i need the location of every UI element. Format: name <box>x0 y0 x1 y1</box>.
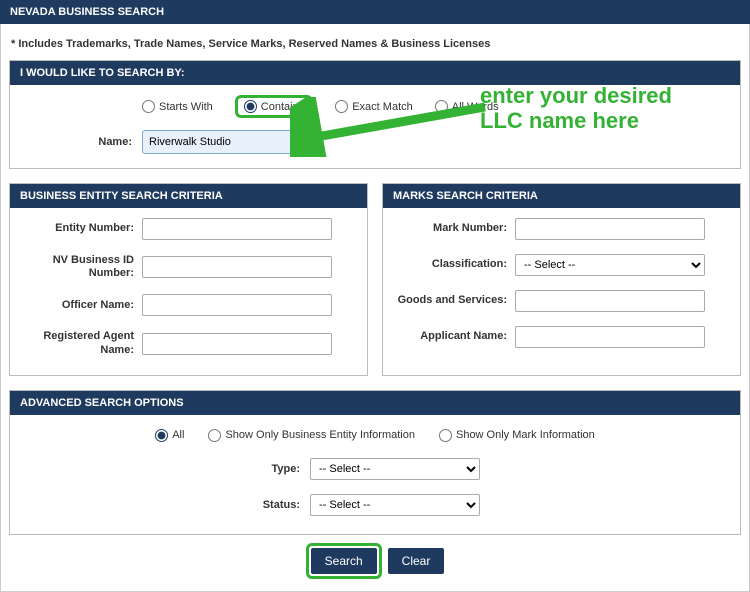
radio-starts-with-input[interactable] <box>142 100 155 113</box>
radio-all-words-label: All Words <box>452 101 499 113</box>
radio-all-words-input[interactable] <box>435 100 448 113</box>
nv-business-id-input[interactable] <box>142 256 332 278</box>
entity-number-input[interactable] <box>142 218 332 240</box>
name-row: Name: <box>22 130 728 154</box>
entity-number-label: Entity Number: <box>22 222 142 235</box>
type-label: Type: <box>110 463 310 475</box>
match-type-row: Starts With Contains Exact Match All Wor… <box>142 95 728 118</box>
criteria-columns: BUSINESS ENTITY SEARCH CRITERIA Entity N… <box>9 183 741 390</box>
page-title-bar: NEVADA BUSINESS SEARCH <box>0 0 750 24</box>
radio-exact-match-input[interactable] <box>335 100 348 113</box>
goods-services-label: Goods and Services: <box>395 294 515 307</box>
radio-starts-with[interactable]: Starts With <box>142 100 213 113</box>
radio-starts-with-label: Starts With <box>159 101 213 113</box>
officer-name-label: Officer Name: <box>22 299 142 312</box>
button-row: Search Clear <box>9 543 741 579</box>
mark-number-input[interactable] <box>515 218 705 240</box>
contains-highlight: Contains <box>235 95 313 118</box>
entity-header: BUSINESS ENTITY SEARCH CRITERIA <box>10 184 367 208</box>
includes-note: * Includes Trademarks, Trade Names, Serv… <box>11 38 739 50</box>
radio-contains-input[interactable] <box>244 100 257 113</box>
clear-button[interactable]: Clear <box>388 548 445 574</box>
radio-all-input[interactable] <box>155 429 168 442</box>
page-title: NEVADA BUSINESS SEARCH <box>10 6 164 18</box>
radio-only-entity[interactable]: Show Only Business Entity Information <box>208 429 415 442</box>
mark-number-label: Mark Number: <box>395 222 515 235</box>
advanced-panel: ADVANCED SEARCH OPTIONS All Show Only Bu… <box>9 390 741 535</box>
radio-only-entity-label: Show Only Business Entity Information <box>225 429 415 441</box>
nv-business-id-label: NV Business ID Number: <box>22 254 142 280</box>
marks-header: MARKS SEARCH CRITERIA <box>383 184 740 208</box>
radio-all-words[interactable]: All Words <box>435 100 499 113</box>
radio-only-mark[interactable]: Show Only Mark Information <box>439 429 595 442</box>
goods-services-input[interactable] <box>515 290 705 312</box>
search-button-highlight: Search <box>306 543 382 579</box>
radio-exact-match[interactable]: Exact Match <box>335 100 413 113</box>
applicant-name-label: Applicant Name: <box>395 330 515 343</box>
main-container: * Includes Trademarks, Trade Names, Serv… <box>0 24 750 592</box>
radio-all-label: All <box>172 429 184 441</box>
radio-only-mark-label: Show Only Mark Information <box>456 429 595 441</box>
advanced-scope-row: All Show Only Business Entity Informatio… <box>22 425 728 442</box>
registered-agent-input[interactable] <box>142 333 332 355</box>
officer-name-input[interactable] <box>142 294 332 316</box>
name-label: Name: <box>22 136 132 148</box>
radio-all[interactable]: All <box>155 429 184 442</box>
type-select[interactable]: -- Select -- <box>310 458 480 480</box>
applicant-name-input[interactable] <box>515 326 705 348</box>
search-by-panel: I WOULD LIKE TO SEARCH BY: Starts With C… <box>9 60 741 169</box>
status-select[interactable]: -- Select -- <box>310 494 480 516</box>
radio-contains-label: Contains <box>261 101 304 113</box>
registered-agent-label: Registered Agent Name: <box>22 330 142 356</box>
radio-only-entity-input[interactable] <box>208 429 221 442</box>
status-label: Status: <box>110 499 310 511</box>
search-by-header: I WOULD LIKE TO SEARCH BY: <box>10 61 740 85</box>
entity-panel: BUSINESS ENTITY SEARCH CRITERIA Entity N… <box>9 183 368 376</box>
radio-exact-match-label: Exact Match <box>352 101 413 113</box>
radio-contains[interactable]: Contains <box>244 100 304 113</box>
classification-label: Classification: <box>395 258 515 271</box>
advanced-header: ADVANCED SEARCH OPTIONS <box>10 391 740 415</box>
search-button[interactable]: Search <box>311 548 377 574</box>
radio-only-mark-input[interactable] <box>439 429 452 442</box>
name-input[interactable] <box>142 130 312 154</box>
marks-panel: MARKS SEARCH CRITERIA Mark Number: Class… <box>382 183 741 376</box>
classification-select[interactable]: -- Select -- <box>515 254 705 276</box>
